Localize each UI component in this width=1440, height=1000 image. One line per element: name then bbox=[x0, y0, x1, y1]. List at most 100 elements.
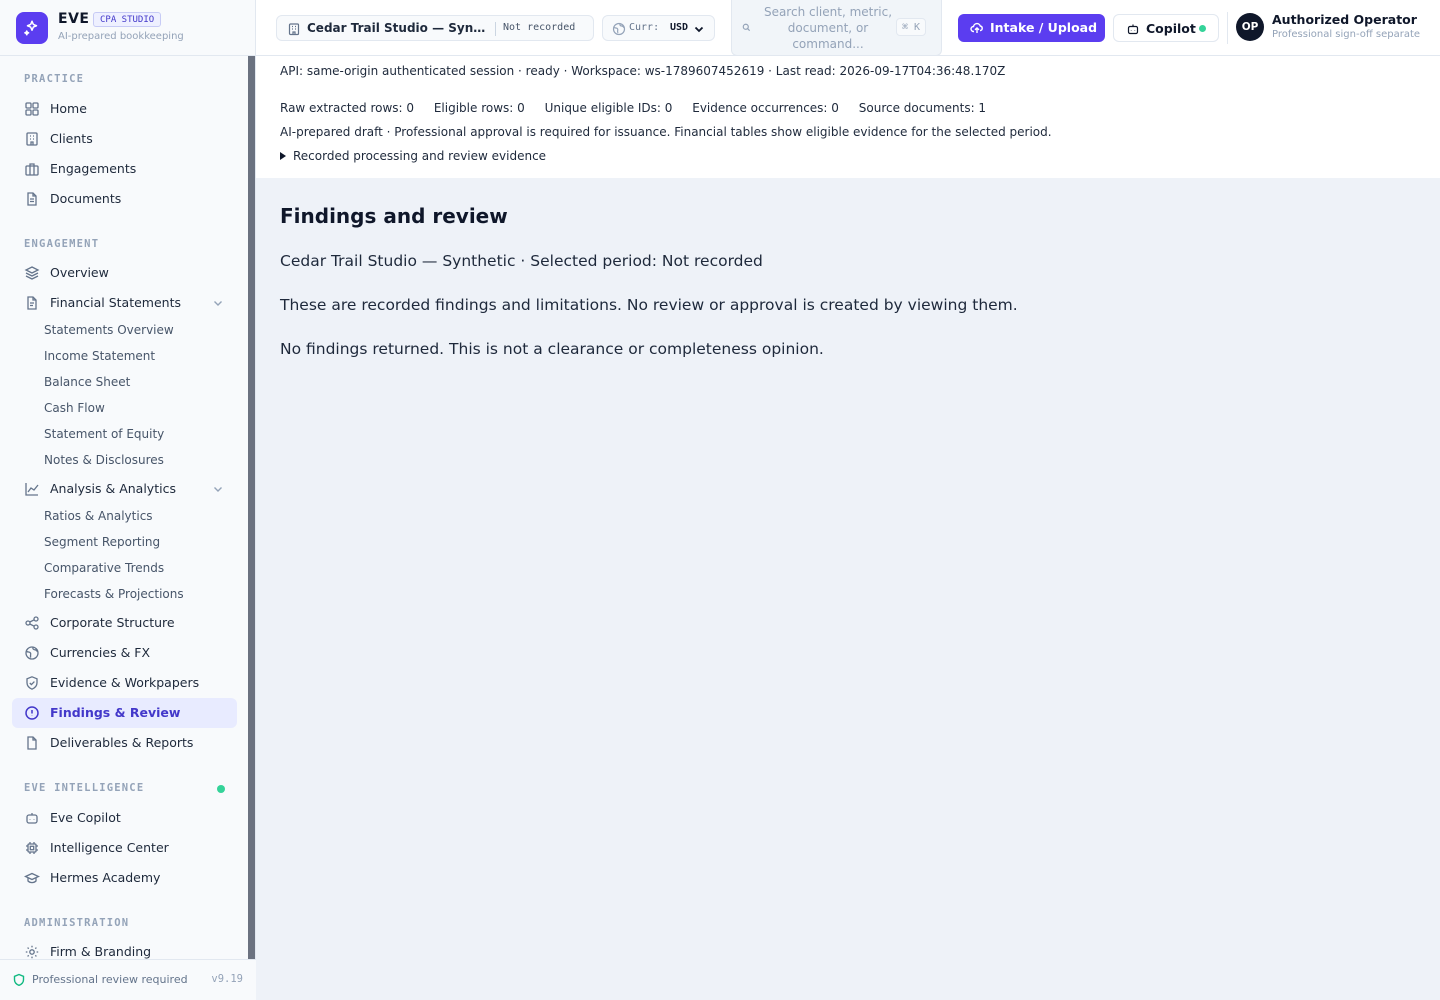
divider bbox=[1227, 12, 1228, 44]
evidence-disclosure-label: Recorded processing and review evidence bbox=[293, 149, 547, 163]
section-head-administration: ADMINISTRATION bbox=[24, 917, 130, 929]
unique-ids-count: Unique eligible IDs: 0 bbox=[544, 101, 673, 115]
sidebar-subitem-statement-of-equity[interactable]: Statement of Equity bbox=[44, 427, 164, 441]
brand-name: EVE bbox=[58, 11, 90, 27]
cpu-icon bbox=[26, 842, 38, 854]
copilot-button[interactable]: Copilot bbox=[1113, 14, 1219, 42]
chevron-down-icon[interactable] bbox=[211, 296, 225, 310]
sidebar-item-findings[interactable]: Findings & Review bbox=[12, 698, 237, 728]
sidebar-item-label: Overview bbox=[50, 265, 109, 280]
sidebar-item-analysis[interactable]: Analysis & Analytics bbox=[12, 474, 237, 504]
sidebar-subitem-forecasts[interactable]: Forecasts & Projections bbox=[44, 587, 184, 601]
document-icon bbox=[27, 192, 37, 206]
bot-icon bbox=[26, 813, 38, 824]
currency-selector[interactable]: Curr: USD bbox=[602, 15, 715, 41]
source-documents-count: Source documents: 1 bbox=[858, 101, 987, 115]
file-check-icon bbox=[27, 736, 37, 750]
sidebar-item-label: Evidence & Workpapers bbox=[50, 675, 200, 690]
chevron-down-icon[interactable] bbox=[211, 482, 225, 496]
sidebar-item-intelligence-center[interactable]: Intelligence Center bbox=[12, 833, 237, 863]
evidence-disclosure-toggle[interactable]: Recorded processing and review evidence bbox=[280, 149, 546, 163]
search-input[interactable]: Search client, metric, document, or comm… bbox=[758, 4, 898, 52]
brand-header: EVE CPA STUDIO AI-prepared bookkeeping bbox=[0, 0, 256, 56]
sidebar-item-label: Eve Copilot bbox=[50, 810, 121, 825]
building-icon bbox=[288, 23, 300, 36]
api-status-line: API: same-origin authenticated session ·… bbox=[280, 64, 1006, 78]
sidebar-item-label: Home bbox=[50, 101, 87, 116]
sidebar: EVE CPA STUDIO AI-prepared bookkeeping P… bbox=[0, 0, 256, 1000]
sidebar-subitem-notes-disclosures[interactable]: Notes & Disclosures bbox=[44, 453, 164, 467]
sidebar-subitem-ratios[interactable]: Ratios & Analytics bbox=[44, 509, 153, 523]
section-head-intelligence: EVE INTELLIGENCE bbox=[24, 782, 145, 794]
search-shortcut: ⌘ K bbox=[896, 18, 927, 36]
sidebar-subitem-balance-sheet[interactable]: Balance Sheet bbox=[44, 375, 130, 389]
briefcase-icon bbox=[25, 163, 39, 176]
sidebar-subitem-comparative-trends[interactable]: Comparative Trends bbox=[44, 561, 164, 575]
section-head-engagement: ENGAGEMENT bbox=[24, 238, 100, 250]
client-name: Cedar Trail Studio — Syn… bbox=[307, 21, 486, 35]
review-required-label: Professional review required bbox=[32, 973, 188, 986]
evidence-occurrences-count: Evidence occurrences: 0 bbox=[692, 101, 839, 115]
line-chart-icon bbox=[25, 483, 39, 496]
sidebar-item-hermes-academy[interactable]: Hermes Academy bbox=[12, 863, 237, 893]
file-text-icon bbox=[27, 296, 37, 310]
brand-subtitle: AI-prepared bookkeeping bbox=[58, 31, 184, 42]
empty-state-message: No findings returned. This is not a clea… bbox=[280, 340, 824, 358]
sidebar-item-deliverables[interactable]: Deliverables & Reports bbox=[12, 728, 237, 758]
sidebar-item-evidence[interactable]: Evidence & Workpapers bbox=[12, 668, 237, 698]
eligible-rows-count: Eligible rows: 0 bbox=[433, 101, 525, 115]
intake-upload-label: Intake / Upload bbox=[990, 20, 1098, 35]
sidebar-item-label: Engagements bbox=[50, 161, 137, 176]
shield-icon bbox=[13, 973, 25, 987]
share-nodes-icon bbox=[25, 616, 39, 630]
sidebar-footer: Professional review required v9.19 bbox=[0, 959, 256, 1000]
avatar[interactable]: OP bbox=[1236, 13, 1264, 41]
alert-circle-icon bbox=[25, 706, 39, 720]
sidebar-item-label: Findings & Review bbox=[50, 705, 181, 720]
sidebar-item-eve-copilot[interactable]: Eve Copilot bbox=[12, 803, 237, 833]
globe-icon bbox=[25, 646, 39, 660]
cloud-upload-icon bbox=[970, 22, 983, 33]
sidebar-item-documents[interactable]: Documents bbox=[12, 184, 237, 214]
sidebar-item-clients[interactable]: Clients bbox=[12, 124, 237, 154]
currency-value: USD bbox=[670, 22, 689, 33]
globe-icon bbox=[612, 22, 626, 36]
main-content: Findings and review Cedar Trail Studio —… bbox=[256, 178, 1440, 1000]
sidebar-item-label: Corporate Structure bbox=[50, 615, 175, 630]
sidebar-item-corporate-structure[interactable]: Corporate Structure bbox=[12, 608, 237, 638]
gear-icon bbox=[25, 945, 39, 959]
sidebar-item-home[interactable]: Home bbox=[12, 94, 237, 124]
sidebar-item-label: Intelligence Center bbox=[50, 840, 169, 855]
chevron-down-icon bbox=[694, 26, 704, 33]
graduation-cap-icon bbox=[24, 872, 40, 884]
currency-label: Curr: bbox=[629, 22, 660, 33]
client-selector[interactable]: Cedar Trail Studio — Syn… Not recorded bbox=[276, 15, 594, 41]
sidebar-item-overview[interactable]: Overview bbox=[12, 258, 237, 288]
intelligence-status-dot bbox=[217, 785, 225, 793]
topbar: Cedar Trail Studio — Syn… Not recorded C… bbox=[256, 0, 1440, 56]
sidebar-item-financial-statements[interactable]: Financial Statements bbox=[12, 288, 237, 318]
shield-check-icon bbox=[26, 676, 38, 690]
raw-rows-count: Raw extracted rows: 0 bbox=[280, 101, 415, 115]
sidebar-item-firm-branding[interactable]: Firm & Branding bbox=[12, 937, 237, 959]
sidebar-subitem-income-statement[interactable]: Income Statement bbox=[44, 349, 155, 363]
search-icon bbox=[742, 23, 751, 32]
description-line: These are recorded findings and limitati… bbox=[280, 296, 1018, 314]
sparkle-logo-icon[interactable] bbox=[16, 12, 48, 44]
sidebar-scrollbar[interactable] bbox=[248, 56, 255, 959]
sidebar-subitem-segment-reporting[interactable]: Segment Reporting bbox=[44, 535, 160, 549]
sidebar-subitem-cash-flow[interactable]: Cash Flow bbox=[44, 401, 105, 415]
sidebar-item-label: Currencies & FX bbox=[50, 645, 151, 660]
command-search[interactable]: Search client, metric, document, or comm… bbox=[731, 0, 942, 56]
sidebar-item-currencies[interactable]: Currencies & FX bbox=[12, 638, 237, 668]
sidebar-subitem-statements-overview[interactable]: Statements Overview bbox=[44, 323, 174, 337]
sidebar-item-label: Documents bbox=[50, 191, 122, 206]
intake-upload-button[interactable]: Intake / Upload bbox=[958, 14, 1105, 42]
sidebar-item-label: Financial Statements bbox=[50, 295, 181, 310]
copilot-label: Copilot bbox=[1146, 21, 1196, 36]
page-title: Findings and review bbox=[280, 204, 508, 228]
app-version: v9.19 bbox=[211, 973, 243, 985]
draft-notice: AI-prepared draft · Professional approva… bbox=[280, 125, 1052, 139]
sidebar-nav: PRACTICE Home Clients Engagements Docume… bbox=[0, 57, 249, 959]
sidebar-item-engagements[interactable]: Engagements bbox=[12, 154, 237, 184]
